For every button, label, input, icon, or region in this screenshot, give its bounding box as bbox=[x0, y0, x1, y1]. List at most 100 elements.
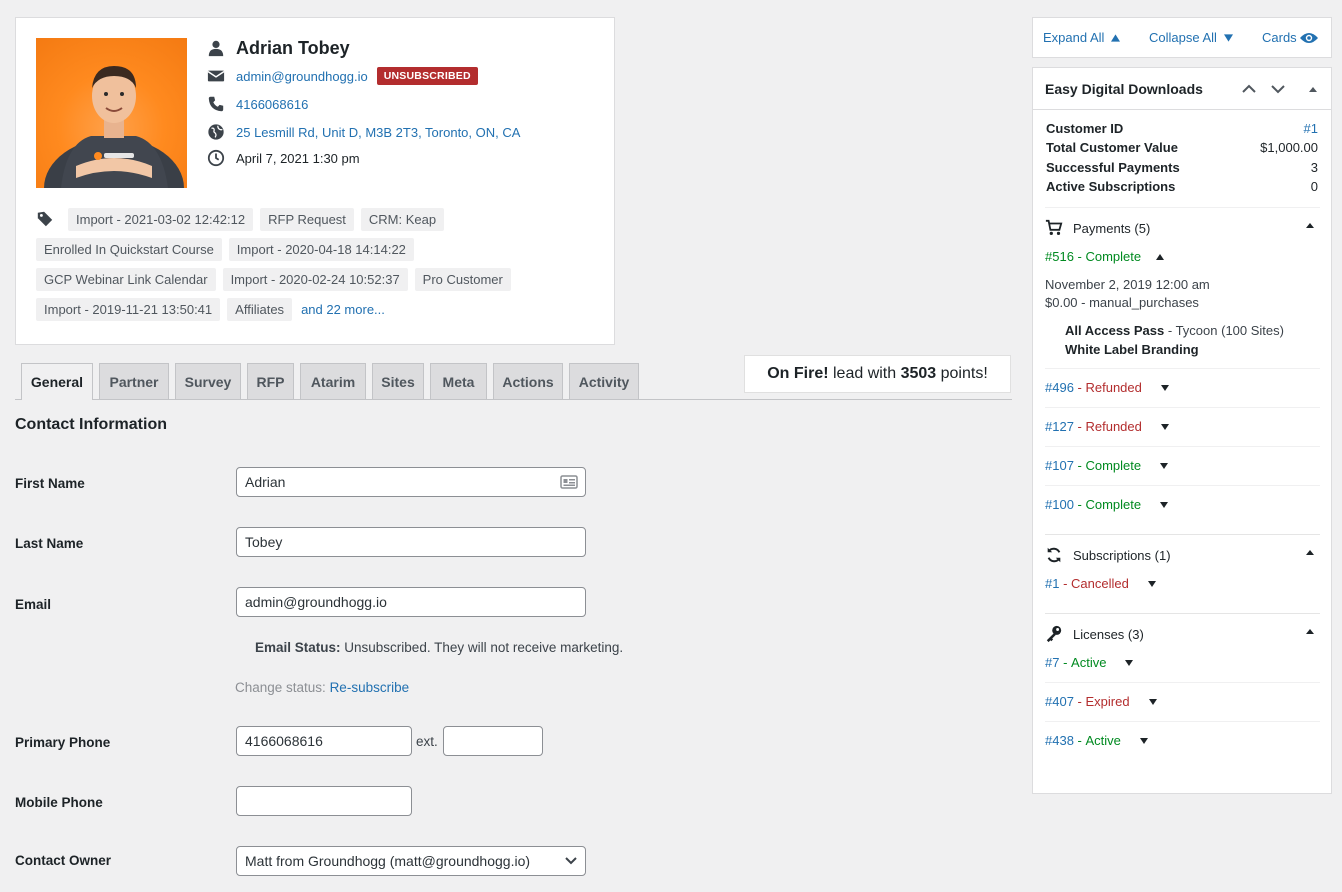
triangle-down-icon[interactable] bbox=[1124, 659, 1134, 667]
tab-actions[interactable]: Actions bbox=[493, 363, 563, 399]
last-name-field[interactable]: Tobey bbox=[236, 527, 586, 557]
primary-phone-label: Primary Phone bbox=[15, 735, 111, 750]
email-field[interactable]: admin@groundhogg.io bbox=[236, 587, 586, 617]
contact-owner-select[interactable]: Matt from Groundhogg (matt@groundhogg.io… bbox=[236, 846, 586, 876]
tag-item[interactable]: Pro Customer bbox=[414, 267, 511, 291]
contact-card-icon[interactable] bbox=[560, 474, 578, 490]
separator: - bbox=[1073, 249, 1086, 264]
phone-ext-field[interactable] bbox=[443, 726, 543, 756]
payment-status: Complete bbox=[1085, 497, 1142, 512]
collapse-all-label: Collapse All bbox=[1149, 30, 1217, 45]
stat-label: Successful Payments bbox=[1046, 160, 1180, 175]
triangle-down-icon[interactable] bbox=[1160, 384, 1170, 392]
tag-item[interactable]: Enrolled In Quickstart Course bbox=[36, 237, 222, 261]
triangle-down-icon[interactable] bbox=[1139, 737, 1149, 745]
expand-all-label: Expand All bbox=[1043, 30, 1105, 45]
payment-item[interactable]: #516 - Complete bbox=[1045, 249, 1165, 264]
primary-phone-field[interactable]: 4166068616 bbox=[236, 726, 412, 756]
separator: - bbox=[1073, 694, 1086, 709]
primary-phone-value: 4166068616 bbox=[245, 733, 323, 749]
subscriptions-title: Subscriptions (1) bbox=[1073, 547, 1171, 563]
contact-email-link[interactable]: admin@groundhogg.io bbox=[236, 69, 368, 84]
payment-item[interactable]: #100 - Complete bbox=[1045, 497, 1169, 512]
subscription-item[interactable]: #1 - Cancelled bbox=[1045, 576, 1157, 591]
mobile-phone-label: Mobile Phone bbox=[15, 795, 103, 810]
payment-number: #100 bbox=[1045, 497, 1074, 512]
triangle-down-icon[interactable] bbox=[1159, 501, 1169, 509]
divider bbox=[1045, 682, 1320, 683]
tab-sites[interactable]: Sites bbox=[372, 363, 424, 399]
tag-item[interactable]: RFP Request bbox=[260, 207, 354, 231]
resubscribe-link[interactable]: Re-subscribe bbox=[330, 680, 410, 695]
license-item[interactable]: #7 - Active bbox=[1045, 655, 1134, 670]
more-tags-link[interactable]: and 22 more... bbox=[301, 302, 385, 317]
section-title: Contact Information bbox=[15, 416, 167, 433]
divider bbox=[1045, 613, 1320, 614]
refresh-icon bbox=[1047, 547, 1061, 563]
licenses-section-header[interactable]: Licenses (3) bbox=[1045, 624, 1323, 644]
divider bbox=[1045, 721, 1320, 722]
stat-customer-id: Customer ID #1 bbox=[1046, 121, 1318, 136]
license-item[interactable]: #407 - Expired bbox=[1045, 694, 1158, 709]
tag-item[interactable]: GCP Webinar Link Calendar bbox=[36, 267, 216, 291]
tab-survey[interactable]: Survey bbox=[175, 363, 241, 399]
globe-icon bbox=[206, 122, 226, 142]
payment-item[interactable]: #107 - Complete bbox=[1045, 458, 1169, 473]
contact-address-row: 25 Lesmill Rd, Unit D, M3B 2T3, Toronto,… bbox=[206, 118, 520, 146]
payments-section-header[interactable]: Payments (5) bbox=[1045, 218, 1323, 238]
clock-icon bbox=[206, 148, 226, 168]
triangle-up-icon[interactable] bbox=[1155, 253, 1165, 261]
tag-item[interactable]: Import - 2021-03-02 12:42:12 bbox=[68, 207, 254, 231]
triangle-up-icon bbox=[1306, 223, 1314, 228]
toggle-panel-icon[interactable] bbox=[1307, 81, 1319, 97]
eye-icon bbox=[1299, 32, 1318, 43]
stat-value: $1,000.00 bbox=[1260, 140, 1318, 155]
tag-item[interactable]: Import - 2020-02-24 10:52:37 bbox=[222, 267, 408, 291]
chevron-up-icon[interactable] bbox=[1241, 81, 1257, 97]
user-icon bbox=[206, 38, 226, 58]
mobile-phone-field[interactable] bbox=[236, 786, 412, 816]
collapse-all-button[interactable]: Collapse All bbox=[1149, 30, 1233, 45]
cards-button[interactable]: Cards bbox=[1262, 30, 1319, 45]
payment-item[interactable]: #127 - Refunded bbox=[1045, 419, 1170, 434]
status-badge: UNSUBSCRIBED bbox=[376, 67, 478, 85]
payment-amount: $0.00 - manual_purchases bbox=[1045, 295, 1199, 310]
triangle-up-icon bbox=[1306, 550, 1314, 555]
triangle-down-icon[interactable] bbox=[1160, 423, 1170, 431]
product-name: All Access Pass bbox=[1065, 323, 1165, 338]
subscriptions-section-header[interactable]: Subscriptions (1) bbox=[1045, 545, 1323, 565]
triangle-down-icon bbox=[1223, 33, 1233, 42]
stat-value: 3 bbox=[1310, 160, 1318, 175]
tab-general[interactable]: General bbox=[21, 363, 93, 400]
tab-activity[interactable]: Activity bbox=[569, 363, 639, 399]
customer-id-link[interactable]: #1 bbox=[1304, 121, 1318, 136]
triangle-down-icon[interactable] bbox=[1159, 462, 1169, 470]
tag-item[interactable]: Import - 2019-11-21 13:50:41 bbox=[36, 297, 221, 321]
tag-item[interactable]: Import - 2020-04-18 14:14:22 bbox=[228, 237, 414, 261]
contact-phone-link[interactable]: 4166068616 bbox=[236, 97, 308, 112]
tab-atarim[interactable]: Atarim bbox=[300, 363, 366, 399]
license-item[interactable]: #438 - Active bbox=[1045, 733, 1149, 748]
chevron-down-icon[interactable] bbox=[1270, 81, 1286, 97]
expand-all-button[interactable]: Expand All bbox=[1043, 30, 1121, 45]
payment-item[interactable]: #496 - Refunded bbox=[1045, 380, 1170, 395]
payment-number: #496 bbox=[1045, 380, 1074, 395]
divider bbox=[1045, 446, 1320, 447]
stat-successful-payments: Successful Payments 3 bbox=[1046, 160, 1318, 175]
payment-product: All Access Pass - Tycoon (100 Sites) bbox=[1065, 323, 1284, 338]
tab-meta[interactable]: Meta bbox=[430, 363, 487, 399]
tab-partner[interactable]: Partner bbox=[99, 363, 169, 399]
contact-address-link[interactable]: 25 Lesmill Rd, Unit D, M3B 2T3, Toronto,… bbox=[236, 125, 520, 140]
license-status: Expired bbox=[1085, 694, 1130, 709]
triangle-down-icon[interactable] bbox=[1147, 580, 1157, 588]
tag-item[interactable]: CRM: Keap bbox=[360, 207, 445, 231]
tab-rfp[interactable]: RFP bbox=[247, 363, 294, 399]
triangle-down-icon[interactable] bbox=[1148, 698, 1158, 706]
key-icon bbox=[1046, 625, 1062, 643]
tag-item[interactable]: Affiliates bbox=[227, 297, 293, 321]
divider bbox=[1045, 368, 1320, 369]
divider bbox=[1045, 207, 1320, 208]
avatar-photo bbox=[44, 66, 184, 188]
cart-icon bbox=[1045, 219, 1063, 236]
first-name-field[interactable]: Adrian bbox=[236, 467, 586, 497]
